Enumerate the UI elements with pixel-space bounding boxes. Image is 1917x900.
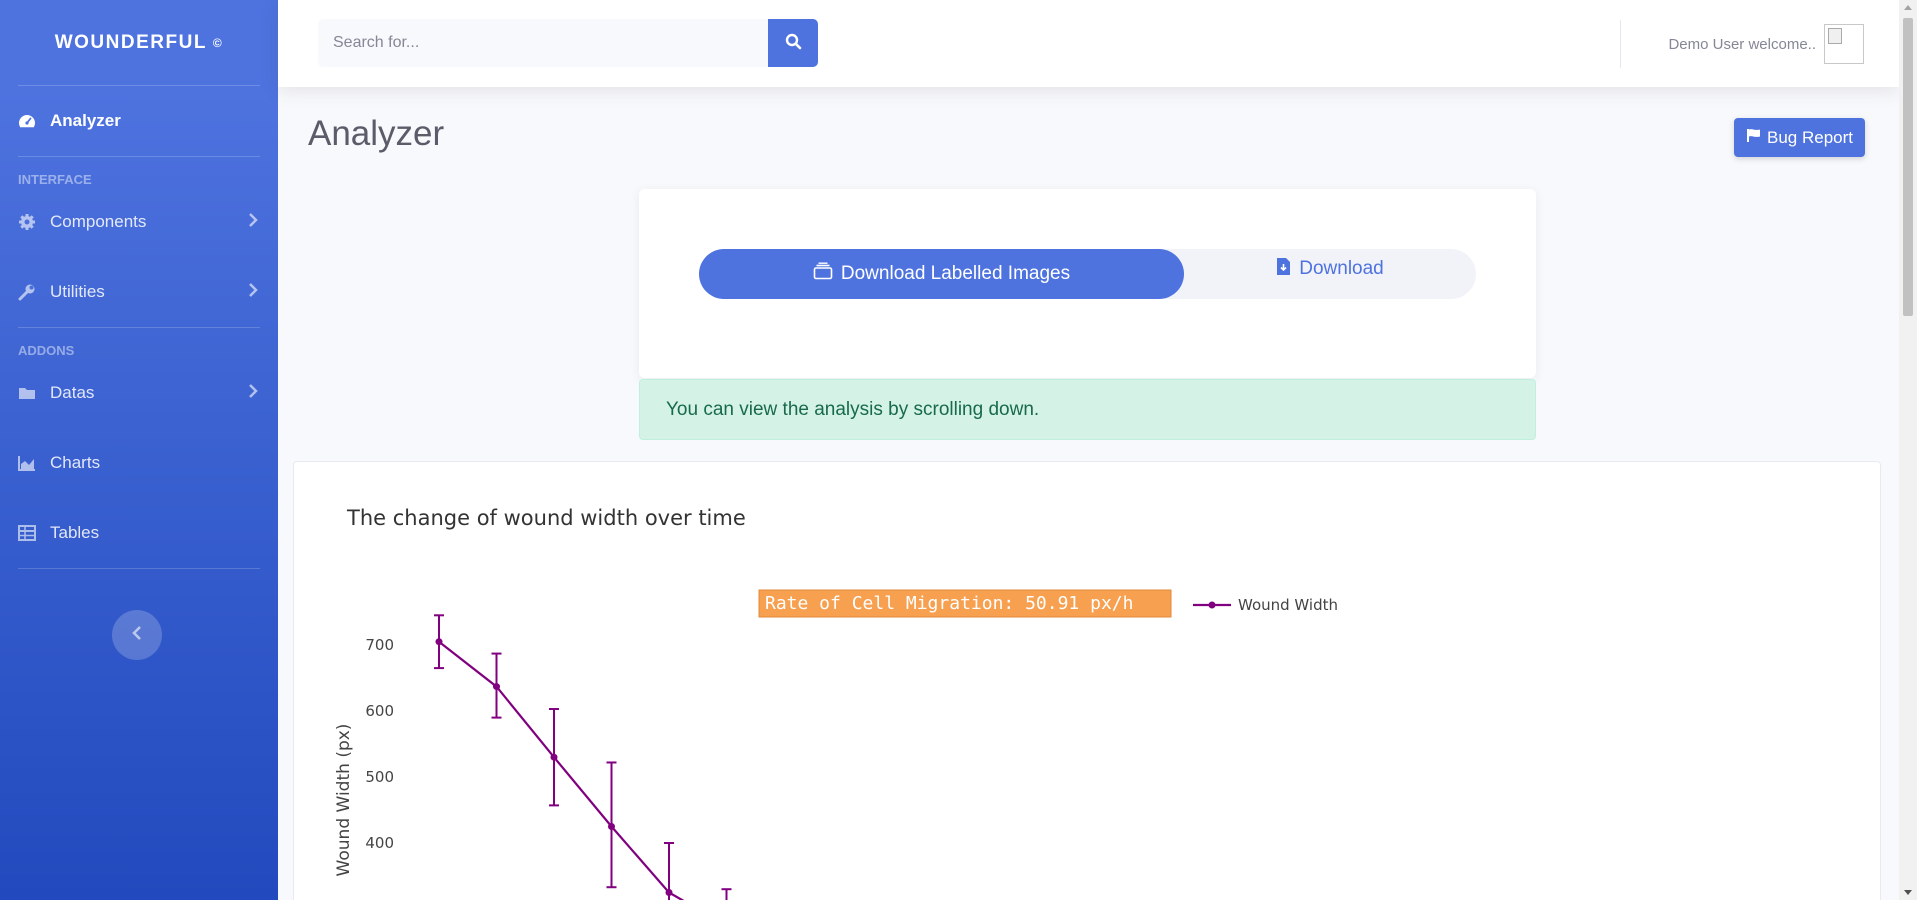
sidebar-item-label: Components [50, 212, 147, 231]
data-point [665, 889, 673, 896]
gear-icon [18, 213, 50, 231]
data-point [608, 823, 615, 830]
search-input[interactable] [318, 19, 768, 67]
y-tick-label: 500 [365, 768, 394, 786]
sidebar-item-charts[interactable]: Charts [0, 428, 278, 498]
y-tick-label: 400 [365, 834, 394, 852]
file-download-icon [1276, 257, 1291, 282]
scroll-up-arrow[interactable] [1904, 5, 1912, 10]
brand[interactable]: WOUNDERFUL © [0, 0, 278, 85]
legend-label: Wound Width [1238, 596, 1338, 614]
alert-text: You can view the analysis by scrolling d… [666, 398, 1040, 420]
sidebar-divider [18, 568, 260, 569]
folder-icon [18, 385, 50, 401]
download-labelled-images-label: Download Labelled Images [840, 263, 1071, 284]
sidebar-item-label: Datas [50, 383, 95, 402]
sidebar-item-components[interactable]: Components [0, 187, 278, 257]
avatar[interactable] [1824, 24, 1864, 64]
sidebar-item-label: Tables [50, 523, 100, 542]
chevron-right-icon [248, 212, 258, 232]
user-name: Demo User welcome.. [1668, 35, 1816, 53]
annotation-text: Rate of Cell Migration: 50.91 px/h [765, 593, 1133, 614]
table-icon [18, 525, 50, 541]
data-point [435, 638, 443, 646]
topbar-divider [1620, 20, 1621, 68]
chevron-left-icon [132, 625, 142, 645]
images-icon [813, 262, 833, 286]
scrollbar-thumb[interactable] [1903, 18, 1913, 316]
brand-name: WOUNDERFUL [54, 31, 207, 53]
data-point [493, 683, 500, 691]
chevron-right-icon [248, 383, 258, 403]
brand-mark: © [212, 35, 224, 50]
download-labelled-images-button[interactable]: Download Labelled Images [699, 249, 1184, 299]
wrench-icon [18, 283, 50, 301]
user-menu[interactable]: Demo User welcome.. [1668, 24, 1864, 64]
data-point [550, 753, 558, 761]
sidebar-item-label: Analyzer [50, 111, 121, 130]
sidebar-item-label: Utilities [50, 282, 105, 301]
legend-swatch-marker [1208, 601, 1216, 609]
y-axis-label: Wound Width (px) [334, 724, 354, 877]
sidebar-heading-addons: ADDONS [18, 343, 75, 358]
sidebar-toggle-button[interactable] [112, 610, 162, 660]
sidebar-item-label: Charts [50, 453, 101, 472]
tachometer-icon [18, 112, 50, 130]
wound-width-chart[interactable]: 400 500 600 700 Wound Width (px) Rate of Cell… [294, 462, 1882, 900]
download-label: Download [1299, 258, 1384, 279]
sidebar-item-analyzer[interactable]: Analyzer [0, 86, 278, 156]
sidebar-item-utilities[interactable]: Utilities [0, 257, 278, 327]
download-card: Download Labelled Images Download [639, 189, 1536, 378]
search-button[interactable] [768, 19, 818, 67]
sidebar-item-datas[interactable]: Datas [0, 358, 278, 428]
sidebar-item-tables[interactable]: Tables [0, 498, 278, 568]
flag-icon [1746, 128, 1761, 148]
bug-report-label: Bug Report [1767, 127, 1853, 147]
scroll-down-arrow[interactable] [1904, 890, 1912, 895]
scrollbar[interactable] [1899, 0, 1917, 900]
search-bar [318, 19, 818, 67]
y-tick-label: 700 [365, 636, 394, 654]
chart-card: The change of wound width over time 400 5… [293, 461, 1881, 900]
chevron-right-icon [248, 282, 258, 302]
series-line [438, 640, 685, 900]
sidebar-heading-interface: INTERFACE [18, 172, 92, 187]
download-toggle-group: Download Labelled Images Download [699, 249, 1476, 299]
chart-area-icon [18, 455, 50, 471]
sidebar: WOUNDERFUL © Analyzer INTERFACE Component… [0, 0, 278, 900]
download-button[interactable]: Download [1184, 249, 1476, 289]
page-title: Analyzer [308, 114, 445, 153]
y-tick-label: 600 [365, 702, 394, 720]
topbar: Demo User welcome.. [278, 0, 1899, 87]
success-alert: You can view the analysis by scrolling d… [639, 379, 1536, 440]
bug-report-button[interactable]: Bug Report [1734, 118, 1865, 157]
search-icon [785, 33, 802, 53]
